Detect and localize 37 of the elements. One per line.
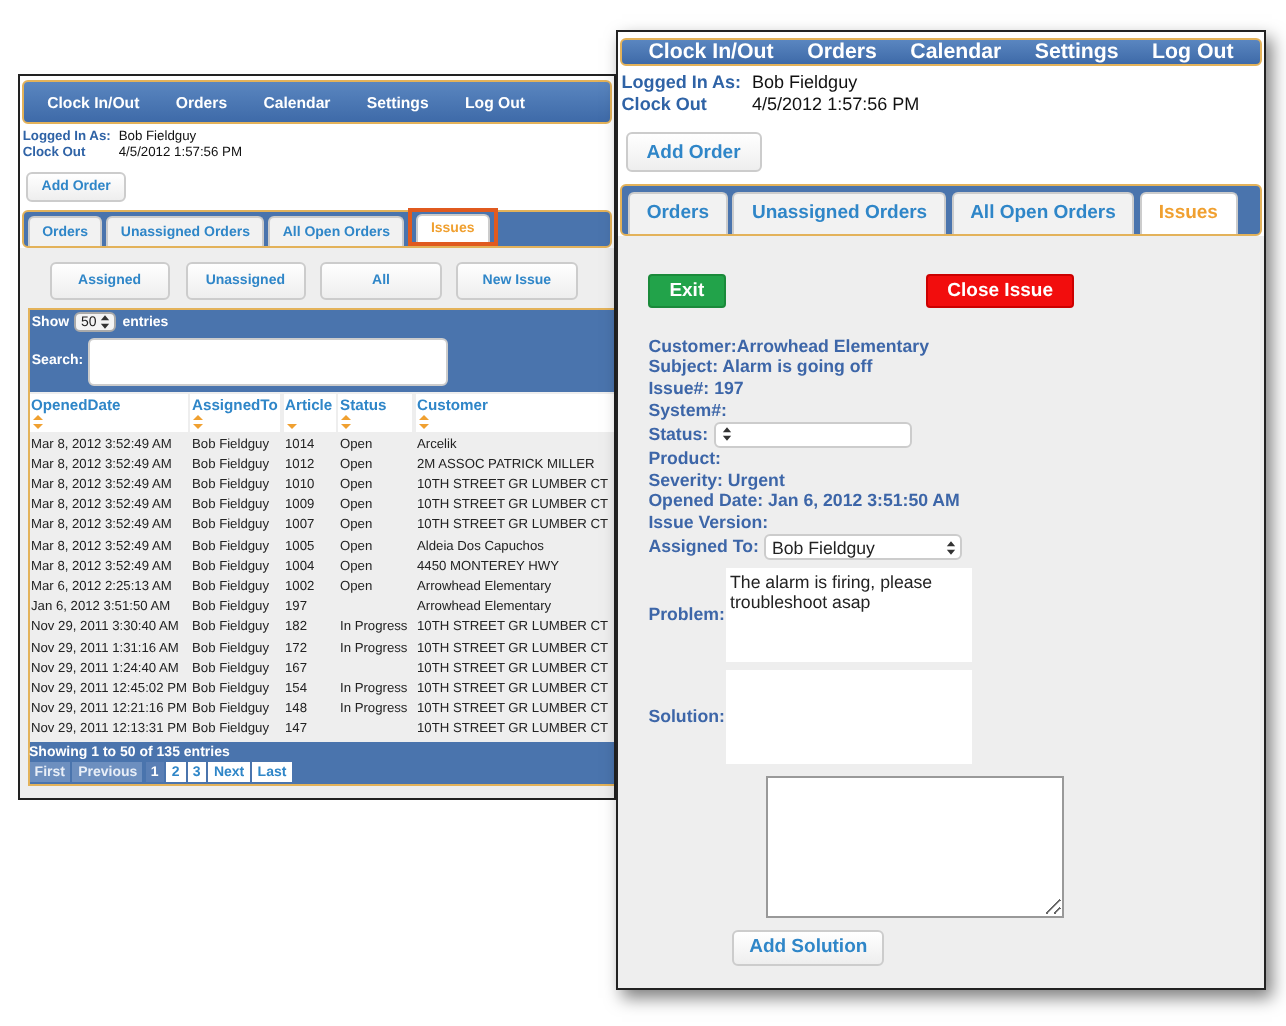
field-label: Assigned To: (648, 536, 759, 559)
dropdown[interactable] (713, 422, 913, 448)
dropdown-arrow-icon (945, 539, 956, 556)
dropdown-arrow-icon (721, 426, 732, 443)
nav-link[interactable]: Settings (1034, 39, 1119, 64)
add-solution-button[interactable]: Add Solution (731, 929, 885, 967)
nav-link[interactable]: Log Out (1152, 39, 1234, 64)
nav-link[interactable]: Calendar (910, 39, 1002, 64)
add-order-button[interactable]: Add Order (625, 131, 762, 173)
issue-field: Opened Date: Jan 6, 2012 3:51:50 AM (648, 490, 1234, 513)
info-value: Bob Fieldguy (751, 72, 860, 93)
issue-field: System#: (648, 399, 1234, 422)
issue-field: Issue#: 197 (648, 378, 1234, 400)
search-field[interactable] (88, 337, 448, 386)
problem-field[interactable]: The alarm is firing, please troubleshoot asap (726, 568, 973, 662)
field-label: Problem: (648, 604, 721, 626)
dropdown-arrow-icon (100, 314, 111, 331)
nav-link[interactable]: Clock In/Out (648, 39, 774, 64)
issue-field: Customer:Arrowhead Elementary (648, 335, 1234, 357)
field-label: Status: (648, 423, 709, 446)
tab[interactable]: Orders (627, 192, 729, 234)
info-value: 4/5/2012 1:57:56 PM (751, 94, 920, 115)
issue-field: Subject: Alarm is going off (648, 356, 1234, 379)
issue-field: Product: (648, 447, 1234, 470)
close-issue-button[interactable]: Close Issue (926, 273, 1074, 309)
dropdown[interactable]: Bob Fieldguy (764, 534, 963, 560)
field-label: Solution: (648, 705, 721, 727)
tab[interactable]: All Open Orders (951, 192, 1135, 234)
issue-field: Severity: Urgent (648, 469, 1234, 491)
tab[interactable]: Issues (1139, 192, 1238, 234)
nav-link[interactable]: Orders (807, 39, 877, 64)
note-field[interactable] (765, 776, 1065, 918)
info-label: Logged In As: (621, 72, 742, 93)
info-label: Clock Out (621, 94, 709, 115)
issue-field: Issue Version: (648, 512, 1234, 535)
tab[interactable]: Unassigned Orders (732, 192, 947, 234)
exit-button[interactable]: Exit (648, 273, 726, 309)
